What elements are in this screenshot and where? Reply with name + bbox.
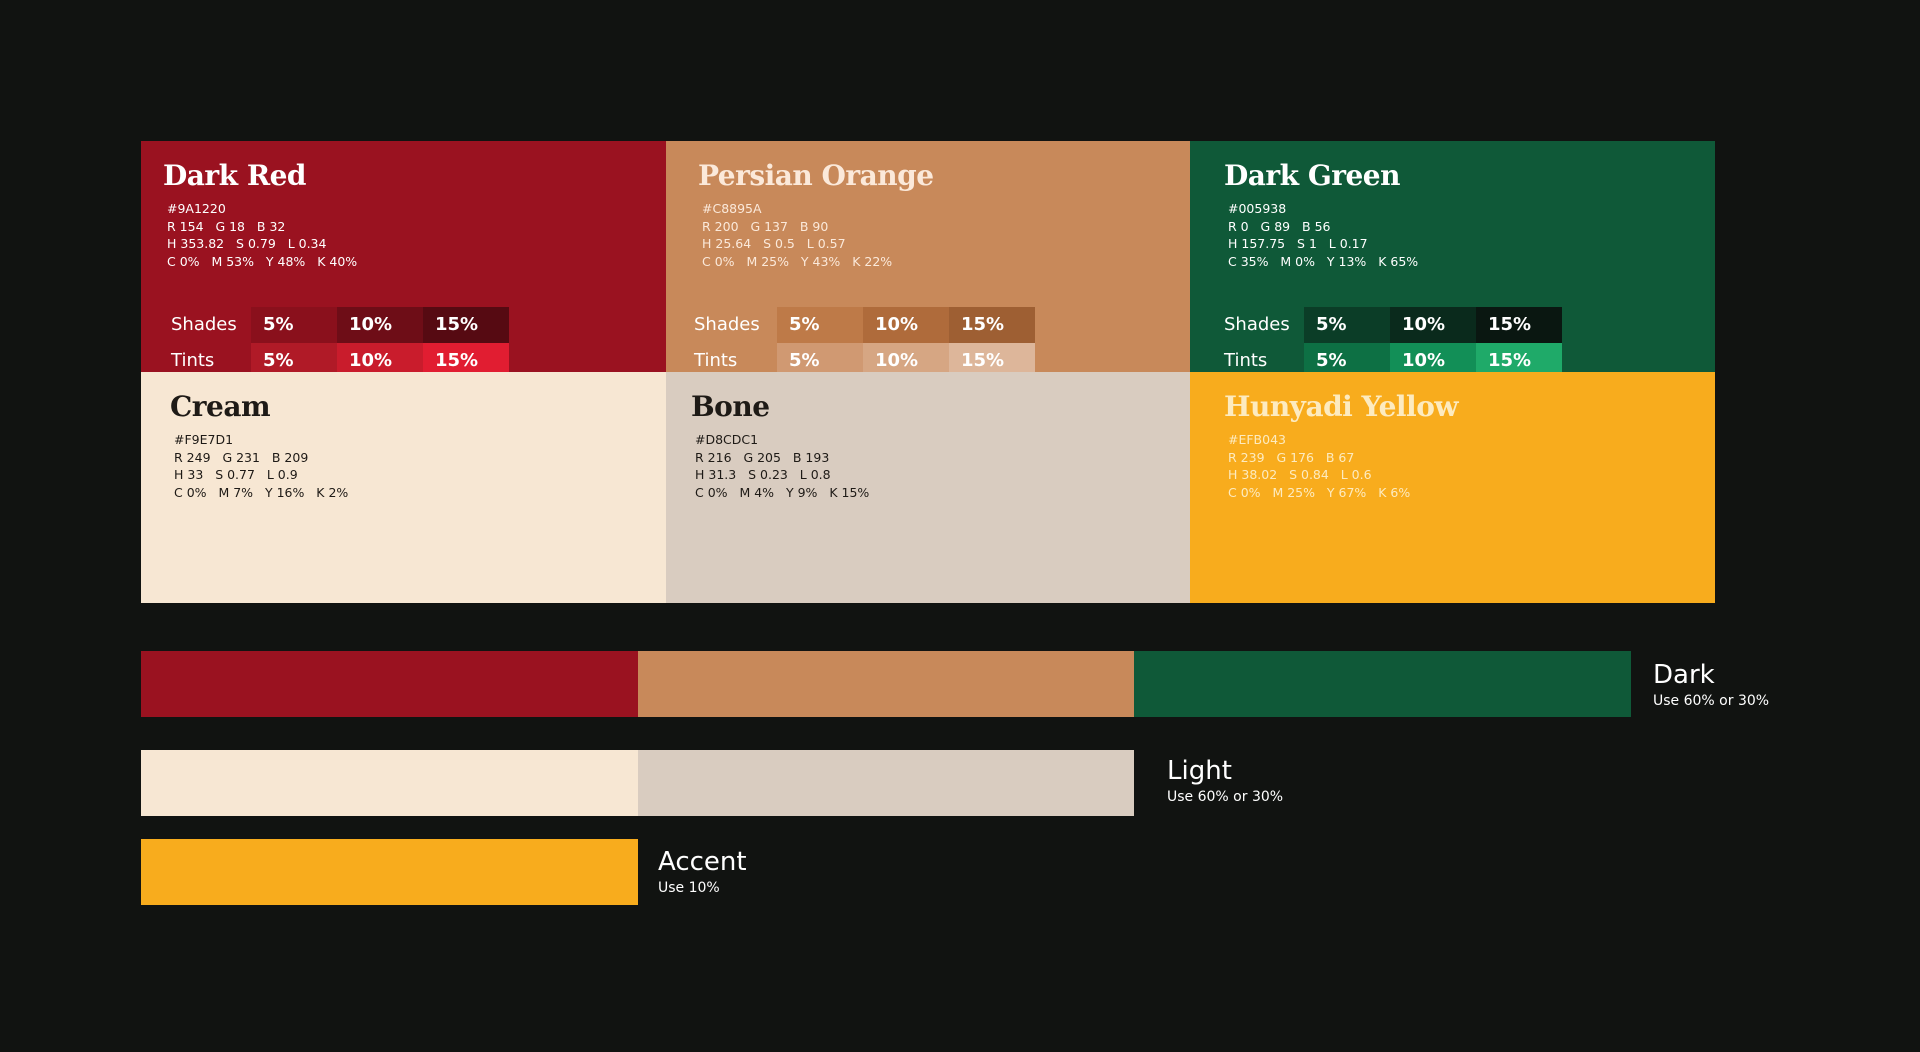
rgb-values: R 239 G 176 B 67 — [1228, 449, 1355, 465]
shades-label: Shades — [1224, 314, 1290, 335]
dark-usage-title: Dark — [1653, 660, 1715, 690]
light-bar-segment-bone — [638, 750, 1134, 816]
rgb-values: R 200 G 137 B 90 — [702, 218, 829, 234]
hex-code: #C8895A — [702, 201, 762, 216]
dark-usage-label: Dark Use 60% or 30% — [1653, 660, 1769, 710]
hex-code: #9A1220 — [167, 201, 226, 216]
swatch-name: Dark Red — [163, 159, 307, 192]
cmyk-values: C 0% M 25% Y 43% K 22% — [702, 253, 893, 269]
rgb-values: R 249 G 231 B 209 — [174, 449, 309, 465]
shade-cell: 5% — [251, 307, 337, 343]
shade-cell: 10% — [863, 307, 949, 343]
cmyk-values: C 0% M 25% Y 67% K 6% — [1228, 484, 1411, 500]
hsl-values: H 157.75 S 1 L 0.17 — [1228, 236, 1368, 251]
rgb-values: R 0 G 89 B 56 — [1228, 218, 1331, 234]
hsl-values: H 33 S 0.77 L 0.9 — [174, 467, 298, 482]
shade-cell: 5% — [777, 307, 863, 343]
shade-cell: 15% — [423, 307, 509, 343]
accent-usage-subtitle: Use 10% — [658, 880, 720, 896]
swatch-dark-red: Dark Red #9A1220 R 154 G 18 B 32 H 353.8… — [141, 141, 666, 379]
hex-code: #D8CDC1 — [695, 432, 759, 447]
swatch-hunyadi-yellow: Hunyadi Yellow #EFB043 R 239 G 176 B 67 … — [1190, 372, 1715, 603]
hex-code: #EFB043 — [1228, 432, 1286, 447]
shades-tints-table: Shades 5% 10% 15% Tints 5% 10% 15% — [664, 307, 1035, 379]
shade-cell: 5% — [1304, 307, 1390, 343]
cmyk-values: C 35% M 0% Y 13% K 65% — [1228, 253, 1419, 269]
dark-bar-segment-dark-red — [141, 651, 638, 717]
swatch-name: Bone — [691, 390, 770, 423]
shades-row: Shades 5% 10% 15% — [1194, 307, 1562, 343]
dark-usage-subtitle: Use 60% or 30% — [1653, 693, 1770, 709]
light-bar-segment-cream — [141, 750, 638, 816]
shades-tints-table: Shades 5% 10% 15% Tints 5% 10% 15% — [1194, 307, 1562, 379]
shades-row: Shades 5% 10% 15% — [664, 307, 1035, 343]
swatch-name: Cream — [170, 390, 271, 423]
shades-label: Shades — [171, 314, 237, 335]
swatch-name: Persian Orange — [698, 159, 934, 192]
dark-bar-segment-dark-green — [1134, 651, 1631, 717]
swatch-bone: Bone #D8CDC1 R 216 G 205 B 193 H 31.3 S … — [666, 372, 1190, 603]
dark-bar-segment-persian-orange — [638, 651, 1134, 717]
hsl-values: H 38.02 S 0.84 L 0.6 — [1228, 467, 1372, 482]
hex-code: #005938 — [1228, 201, 1287, 216]
accent-usage-label: Accent Use 10% — [658, 847, 747, 897]
swatch-persian-orange: Persian Orange #C8895A R 200 G 137 B 90 … — [666, 141, 1190, 379]
light-usage-subtitle: Use 60% or 30% — [1167, 789, 1284, 805]
shade-cell: 15% — [949, 307, 1035, 343]
light-usage-title: Light — [1167, 756, 1232, 786]
shade-cell: 10% — [337, 307, 423, 343]
cmyk-values: C 0% M 7% Y 16% K 2% — [174, 484, 349, 500]
swatch-name: Dark Green — [1224, 159, 1400, 192]
swatch-cream: Cream #F9E7D1 R 249 G 231 B 209 H 33 S 0… — [141, 372, 666, 603]
shade-cell: 15% — [1476, 307, 1562, 343]
swatch-name: Hunyadi Yellow — [1224, 390, 1458, 423]
hsl-values: H 31.3 S 0.23 L 0.8 — [695, 467, 831, 482]
shades-label: Shades — [694, 314, 760, 335]
rgb-values: R 154 G 18 B 32 — [167, 218, 286, 234]
shades-tints-table: Shades 5% 10% 15% Tints 5% 10% 15% — [141, 307, 509, 379]
swatch-dark-green: Dark Green #005938 R 0 G 89 B 56 H 157.7… — [1190, 141, 1715, 379]
accent-bar-segment-hunyadi-yellow — [141, 839, 638, 905]
rgb-values: R 216 G 205 B 193 — [695, 449, 830, 465]
hsl-values: H 353.82 S 0.79 L 0.34 — [167, 236, 327, 251]
cmyk-values: C 0% M 53% Y 48% K 40% — [167, 253, 358, 269]
cmyk-values: C 0% M 4% Y 9% K 15% — [695, 484, 870, 500]
hsl-values: H 25.64 S 0.5 L 0.57 — [702, 236, 846, 251]
shade-cell: 10% — [1390, 307, 1476, 343]
shades-row: Shades 5% 10% 15% — [141, 307, 509, 343]
accent-usage-title: Accent — [658, 847, 747, 877]
hex-code: #F9E7D1 — [174, 432, 234, 447]
light-usage-label: Light Use 60% or 30% — [1167, 756, 1283, 806]
